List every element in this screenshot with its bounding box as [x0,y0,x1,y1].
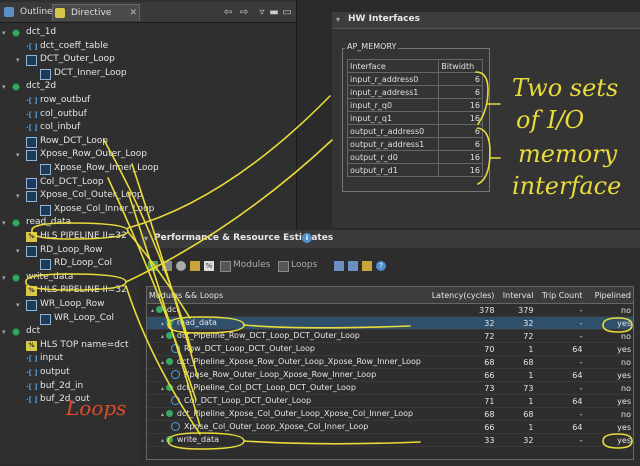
annotation-arrow [243,324,411,329]
annotation-circle [602,433,633,449]
annotation-circle [31,222,129,240]
annotation-circle [25,273,127,291]
annotation-bracket [475,71,489,125]
annotation-arrow [127,95,331,229]
annotation-arrow [103,139,193,353]
annotation-bracket [477,127,491,185]
annotation-io-text-2: of I/O [516,106,585,134]
annotation-arrow [243,440,421,445]
annotation-io-text-4: interface [512,172,622,200]
annotation-loops-text: Loops [66,396,127,420]
annotation-circle [167,432,245,450]
annotation-arrow [125,139,333,283]
annotation-io-text-3: memory [518,140,618,168]
annotation-io-text-1: Two sets [512,74,619,102]
annotation-circle [167,316,245,334]
annotation-circle [602,317,633,333]
